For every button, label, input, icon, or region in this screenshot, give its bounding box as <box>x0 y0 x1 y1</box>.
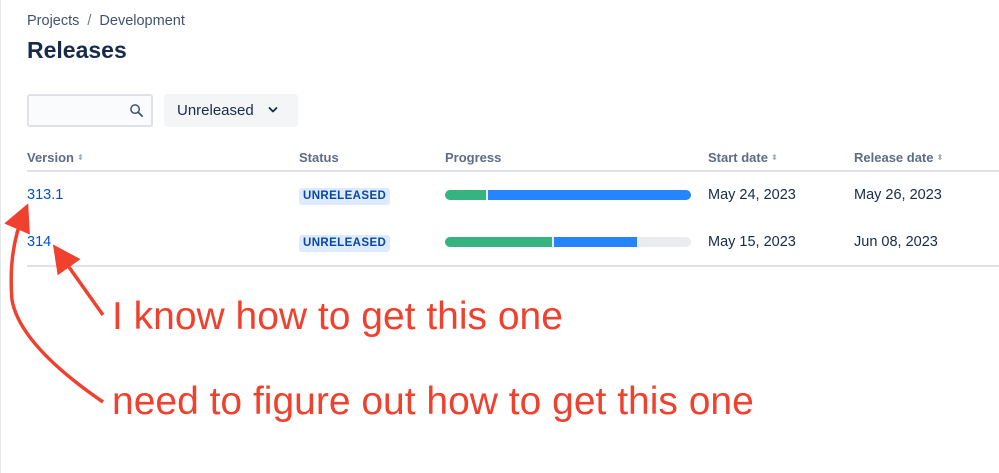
sort-icon: ⬍ <box>770 153 778 162</box>
column-header-release-date[interactable]: Release date ⬍ <box>854 150 943 165</box>
progress-done-segment <box>445 190 486 200</box>
status-filter-dropdown[interactable]: Unreleased <box>164 94 298 127</box>
annotation-arrow-long <box>4 203 104 404</box>
column-header-version[interactable]: Version ⬍ <box>27 150 84 165</box>
version-link[interactable]: 314 <box>27 234 51 250</box>
column-header-progress-label: Progress <box>445 150 502 165</box>
page-title: Releases <box>27 37 127 63</box>
annotation-note-1: I know how to get this one <box>112 295 563 338</box>
table-header-divider <box>27 170 999 172</box>
start-date: May 24, 2023 <box>708 187 796 203</box>
column-header-start-date[interactable]: Start date ⬍ <box>708 150 778 165</box>
page-left-border <box>0 0 1 473</box>
progress-in-progress-segment <box>487 190 691 200</box>
breadcrumb-development-link[interactable]: Development <box>99 13 184 29</box>
progress-in-progress-segment <box>554 237 637 247</box>
table-bottom-divider <box>27 265 999 267</box>
sort-icon: ⬍ <box>76 153 84 162</box>
release-date: May 26, 2023 <box>854 187 942 203</box>
release-date: Jun 08, 2023 <box>854 234 938 250</box>
progress-bar <box>445 190 691 200</box>
search-icon[interactable] <box>129 103 144 118</box>
column-header-start-date-label: Start date <box>708 150 768 165</box>
breadcrumb: Projects / Development <box>27 13 185 29</box>
column-header-status: Status <box>299 150 339 165</box>
search-input[interactable] <box>35 96 127 125</box>
status-badge: UNRELEASED <box>299 188 391 205</box>
breadcrumb-separator: / <box>87 13 92 29</box>
column-header-version-label: Version <box>27 150 74 165</box>
chevron-down-icon <box>268 107 278 113</box>
search-box[interactable] <box>27 94 153 127</box>
status-filter-label: Unreleased <box>177 102 254 119</box>
column-header-status-label: Status <box>299 150 339 165</box>
annotation-arrow-short <box>52 244 105 317</box>
version-link[interactable]: 313.1 <box>27 187 63 203</box>
progress-bar <box>445 237 691 247</box>
status-badge: UNRELEASED <box>299 235 391 252</box>
column-header-progress: Progress <box>445 150 501 165</box>
progress-done-segment <box>445 237 553 247</box>
sort-icon: ⬍ <box>936 153 944 162</box>
breadcrumb-projects-link[interactable]: Projects <box>27 13 79 29</box>
annotation-note-2: need to figure out how to get this one <box>112 380 754 423</box>
column-header-release-date-label: Release date <box>854 150 934 165</box>
start-date: May 15, 2023 <box>708 234 796 250</box>
